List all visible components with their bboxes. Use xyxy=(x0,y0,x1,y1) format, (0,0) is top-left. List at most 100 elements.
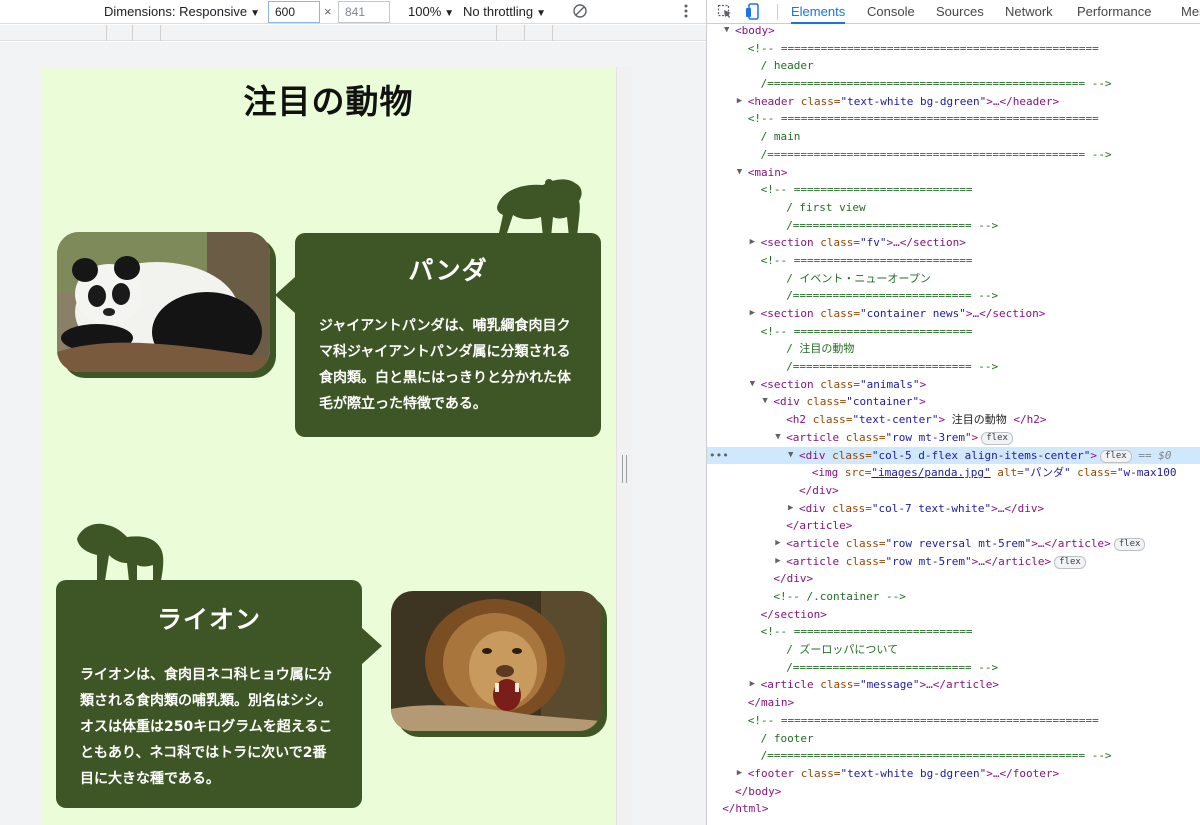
dom-node-line[interactable]: / ズーロッパについて xyxy=(707,641,1200,659)
throttling-select[interactable]: No throttling ▼ xyxy=(463,0,546,24)
expand-triangle-icon[interactable]: ▼ xyxy=(762,393,767,411)
ruler-mark xyxy=(160,25,161,41)
resize-handle[interactable] xyxy=(622,455,627,483)
expand-triangle-icon[interactable]: ▼ xyxy=(737,164,742,182)
tab-console[interactable]: Console xyxy=(867,0,915,24)
dimensions-select[interactable]: Dimensions: Responsive ▼ xyxy=(104,0,260,24)
tab-memory[interactable]: Mem xyxy=(1181,0,1200,24)
dom-node-line[interactable]: ▼ <main> xyxy=(707,164,1200,182)
ruler-mark xyxy=(132,25,133,41)
dom-node-text: / main xyxy=(761,128,801,146)
tab-performance[interactable]: Performance xyxy=(1077,0,1151,24)
dom-node-line[interactable]: <!-- ===================================… xyxy=(707,40,1200,58)
tab-elements[interactable]: Elements xyxy=(791,0,846,24)
dom-token: </section> xyxy=(760,607,827,621)
collapse-triangle-icon[interactable]: ▶ xyxy=(737,93,742,111)
dom-node-line[interactable]: /=======================================… xyxy=(707,747,1200,765)
device-toggle-icon[interactable] xyxy=(745,0,761,24)
expand-triangle-icon[interactable]: ▼ xyxy=(724,22,729,40)
inspect-element-icon[interactable] xyxy=(717,0,733,24)
dom-node-line[interactable]: /=======================================… xyxy=(707,146,1200,164)
dom-node-text: <!-- /.container --> xyxy=(773,588,905,606)
dom-token: <section xyxy=(760,236,821,250)
flex-badge[interactable]: flex xyxy=(981,431,1013,445)
dom-node-line[interactable]: / footer xyxy=(707,730,1200,748)
width-input[interactable]: 600 xyxy=(268,1,320,23)
dom-node-line[interactable]: </html> xyxy=(707,800,1200,818)
dom-node-line[interactable]: / first view xyxy=(707,199,1200,217)
tab-network[interactable]: Network xyxy=(1005,0,1053,24)
dom-node-line[interactable]: <!-- ===================================… xyxy=(707,110,1200,128)
dom-token: > xyxy=(1090,448,1098,462)
dom-node-line[interactable]: ▶ <footer class="text-white bg-dgreen">…<… xyxy=(707,765,1200,783)
dom-node-line[interactable]: </article> xyxy=(707,517,1200,535)
zoom-select[interactable]: 100% ▼ xyxy=(408,0,454,24)
dom-node-line[interactable]: ▶ <article class="row mt-5rem">…</article… xyxy=(707,553,1200,571)
dom-token: >…</div> xyxy=(991,501,1045,515)
dom-token: >…</section> xyxy=(965,307,1046,320)
collapse-triangle-icon[interactable]: ▶ xyxy=(750,305,755,323)
collapse-triangle-icon[interactable]: ▶ xyxy=(775,553,780,571)
dom-token: /=======================================… xyxy=(760,77,1112,91)
more-dots-icon[interactable]: ••• xyxy=(709,447,729,465)
collapse-triangle-icon[interactable]: ▶ xyxy=(788,500,793,518)
rotate-icon[interactable] xyxy=(572,0,588,24)
dom-token: > xyxy=(971,430,979,444)
dom-node-line[interactable]: /=========================== --> xyxy=(707,659,1200,677)
dom-token: / ズーロッパについて xyxy=(786,643,899,657)
dom-node-line[interactable]: / header xyxy=(707,57,1200,75)
dom-node-line[interactable]: /=========================== --> xyxy=(707,217,1200,235)
dom-node-line[interactable]: <!-- /.container --> xyxy=(707,588,1200,606)
dom-node-line[interactable]: /=======================================… xyxy=(707,75,1200,93)
collapse-triangle-icon[interactable]: ▶ xyxy=(737,765,742,783)
dom-node-line[interactable]: ▶ <section class="fv">…</section> xyxy=(707,234,1200,252)
dom-node-line[interactable]: /=========================== --> xyxy=(707,358,1200,376)
flex-badge[interactable]: flex xyxy=(1054,555,1086,569)
dom-node-line[interactable]: <!-- =========================== xyxy=(707,623,1200,641)
flex-badge[interactable]: flex xyxy=(1113,537,1146,551)
dom-node-line[interactable]: <h2 class="text-center"> 注目の動物 </h2> xyxy=(707,411,1200,429)
dom-node-line[interactable]: </section> xyxy=(707,606,1200,624)
dom-node-line[interactable]: ▶ <div class="col-7 text-white">…</div> xyxy=(707,500,1200,518)
dom-token: /=========================== --> xyxy=(786,360,999,374)
page-scrollbar[interactable] xyxy=(616,67,632,825)
dom-node-line[interactable]: <!-- ===================================… xyxy=(707,712,1200,730)
dom-token: class= xyxy=(820,307,860,320)
dom-node-line[interactable]: / main xyxy=(707,128,1200,146)
dom-node-line[interactable]: <!-- =========================== xyxy=(707,323,1200,341)
dom-node-line[interactable]: ▶ <header class="text-white bg-dgreen">…<… xyxy=(707,93,1200,111)
expand-triangle-icon[interactable]: ▼ xyxy=(750,376,755,394)
dom-node-line[interactable]: ••• ▼ <div class="col-5 d-flex align-items… xyxy=(707,446,1200,465)
dom-node-text: <!-- ===================================… xyxy=(748,712,1099,730)
collapse-triangle-icon[interactable]: ▶ xyxy=(750,234,755,252)
flex-badge[interactable]: flex xyxy=(1100,449,1132,463)
dom-node-line[interactable]: </body> xyxy=(707,783,1200,801)
dom-node-line[interactable]: ▼ <article class="row mt-3rem"> flex xyxy=(707,429,1200,447)
dom-node-line[interactable]: / イベント・ニューオープン xyxy=(707,270,1200,288)
dom-node-line[interactable]: ▼ <section class="animals"> xyxy=(707,376,1200,394)
dom-node-text: <article class="row mt-5rem">…</article>… xyxy=(786,553,1086,571)
dom-node-line[interactable]: </div> xyxy=(707,482,1200,500)
dom-node-line[interactable]: <img src="images/panda.jpg" alt="パンダ" cl… xyxy=(707,464,1200,482)
dom-node-line[interactable]: ▼ <body> xyxy=(707,22,1200,40)
height-input[interactable]: 841 xyxy=(338,1,390,23)
dom-token[interactable]: "images/panda.jpg" xyxy=(871,466,990,479)
collapse-triangle-icon[interactable]: ▶ xyxy=(775,535,780,553)
dom-node-line[interactable]: </div> xyxy=(707,570,1200,588)
expand-triangle-icon[interactable]: ▼ xyxy=(775,429,780,447)
dom-node-line[interactable]: /=========================== --> xyxy=(707,287,1200,305)
dom-node-line[interactable]: <!-- =========================== xyxy=(707,181,1200,199)
dom-node-line[interactable]: <!-- =========================== xyxy=(707,252,1200,270)
dom-node-line[interactable]: ▶ <section class="container news">…</sect… xyxy=(707,305,1200,323)
dom-node-line[interactable]: / 注目の動物 xyxy=(707,340,1200,358)
rendered-page: 注目の動物 パンダ ジャイアントパンダは、哺乳綱食肉目クマ科ジャイアントパンダ属… xyxy=(41,67,616,825)
dom-node-line[interactable]: ▶ <article class="message">…</article> xyxy=(707,676,1200,694)
more-vert-icon[interactable] xyxy=(680,0,692,24)
dom-node-line[interactable]: ▼ <div class="container"> xyxy=(707,393,1200,411)
devtools-panel: Elements Console Sources Network Perform… xyxy=(706,0,1200,825)
dom-node-line[interactable]: </main> xyxy=(707,694,1200,712)
expand-triangle-icon[interactable]: ▼ xyxy=(788,447,793,465)
dom-node-line[interactable]: ▶ <article class="row reversal mt-5rem">…… xyxy=(707,535,1200,553)
collapse-triangle-icon[interactable]: ▶ xyxy=(750,676,755,694)
tab-sources[interactable]: Sources xyxy=(936,0,984,24)
